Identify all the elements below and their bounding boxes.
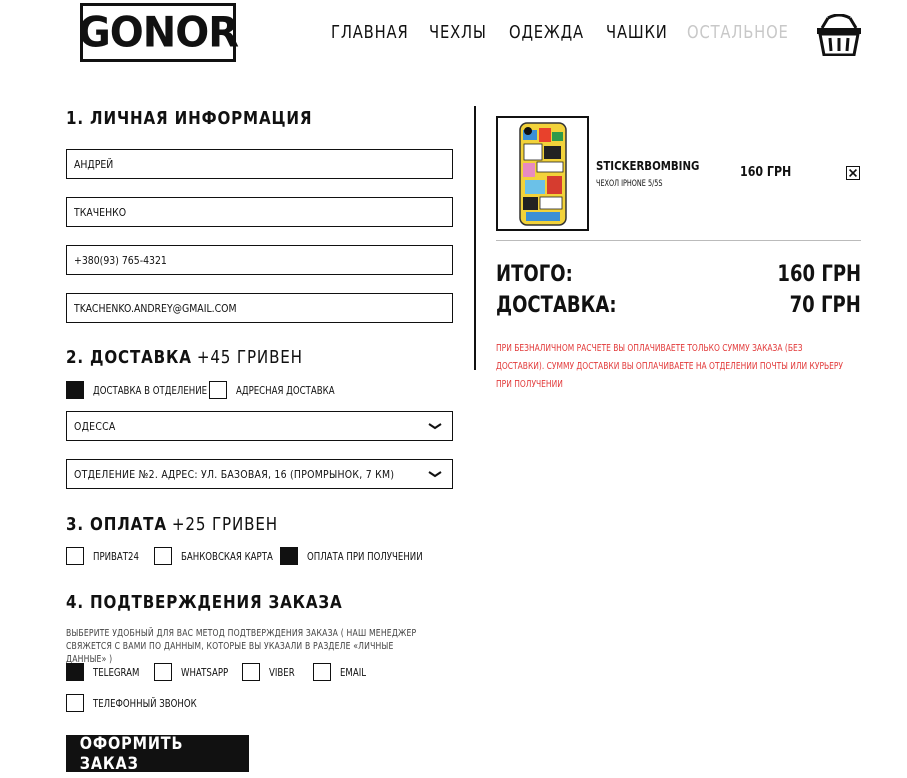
payment-extra: +25 ГРИВЕН — [171, 514, 278, 535]
logo[interactable]: GONOR — [77, 3, 239, 62]
delivery-address-option[interactable]: АДРЕСНАЯ ДОСТАВКА — [209, 380, 362, 400]
checkbox[interactable] — [66, 663, 84, 681]
basket-icon[interactable] — [816, 14, 862, 56]
confirm-title: 4. ПОДТВЕРЖДЕНИЯ ЗАКАЗА — [66, 592, 343, 613]
payment-title: 3. ОПЛАТА +25 ГРИВЕН — [66, 514, 278, 536]
nav-mugs[interactable]: ЧАШКИ — [606, 22, 668, 46]
checkbox[interactable] — [154, 547, 172, 565]
checkbox[interactable] — [209, 381, 227, 399]
phone-field[interactable] — [66, 245, 453, 275]
last-name-input[interactable] — [74, 205, 396, 219]
confirm-telegram-option[interactable]: TELEGRAM — [66, 662, 153, 682]
confirm-hint: ВЫБЕРИТЕ УДОБНЫЙ ДЛЯ ВАС МЕТОД ПОДТВЕРЖД… — [66, 628, 417, 665]
delivery-cost-value: 70 ГРН — [789, 293, 861, 318]
confirm-viber-option[interactable]: VIBER — [242, 662, 302, 682]
payment-privat24-option[interactable]: ПРИВАТ24 — [66, 546, 152, 566]
city-value: ОДЕССА — [74, 419, 116, 433]
payment-note: ПРИ БЕЗНАЛИЧНОМ РАСЧЁТЕ ВЫ ОПЛАЧИВАЕТЕ Т… — [496, 343, 844, 390]
option-label: ПРИВАТ24 — [93, 549, 139, 563]
confirm-whatsapp-option[interactable]: WHATSAPP — [154, 662, 242, 682]
column-divider — [474, 106, 476, 370]
phone-input[interactable] — [74, 253, 396, 267]
chevron-down-icon — [428, 423, 442, 430]
nav-other[interactable]: ОСТАЛЬНОЕ — [687, 22, 789, 46]
city-select[interactable]: ОДЕССА — [66, 411, 453, 441]
checkbox[interactable] — [242, 663, 260, 681]
product-price: 160 ГРН — [740, 165, 792, 180]
option-label: АДРЕСНАЯ ДОСТАВКА — [236, 383, 335, 397]
option-label: ТЕЛЕФОННЫЙ ЗВОНОК — [93, 696, 197, 710]
email-input[interactable] — [74, 301, 396, 315]
checkbox[interactable] — [66, 381, 84, 399]
checkbox[interactable] — [66, 547, 84, 565]
nav-clothes[interactable]: ОДЕЖДА — [509, 22, 584, 46]
place-order-label: ОФОРМИТЬ ЗАКАЗ — [79, 733, 184, 774]
phone-case-image — [518, 121, 567, 226]
chevron-down-icon — [428, 471, 442, 478]
checkbox[interactable] — [280, 547, 298, 565]
delivery-title-text: 2. ДОСТАВКА — [66, 347, 192, 368]
delivery-extra: +45 ГРИВЕН — [196, 347, 303, 368]
option-label: ДОСТАВКА В ОТДЕЛЕНИЕ — [93, 383, 208, 397]
first-name-input[interactable] — [74, 157, 396, 171]
product-subtitle: ЧЕХОЛ IPHONE 5/5S — [596, 179, 663, 189]
place-order-button[interactable]: ОФОРМИТЬ ЗАКАЗ — [66, 733, 249, 774]
confirm-email-option[interactable]: EMAIL — [313, 662, 373, 682]
payment-card-option[interactable]: БАНКОВСКАЯ КАРТА — [154, 546, 299, 566]
checkbox[interactable] — [154, 663, 172, 681]
last-name-field[interactable] — [66, 197, 453, 227]
option-label: VIBER — [269, 665, 295, 679]
email-field[interactable] — [66, 293, 453, 323]
divider — [496, 240, 861, 241]
payment-cod-option[interactable]: ОПЛАТА ПРИ ПОЛУЧЕНИИ — [280, 546, 455, 566]
nav-home[interactable]: ГЛАВНАЯ — [331, 22, 409, 46]
branch-select[interactable]: ОТДЕЛЕНИЕ №2. АДРЕС: УЛ. БАЗОВАЯ, 16 (ПР… — [66, 459, 453, 489]
option-label: EMAIL — [340, 665, 367, 679]
product-thumbnail[interactable] — [496, 116, 589, 231]
checkbox[interactable] — [66, 694, 84, 712]
delivery-title: 2. ДОСТАВКА +45 ГРИВЕН — [66, 347, 303, 369]
first-name-field[interactable] — [66, 149, 453, 179]
personal-info-title: 1. ЛИЧНАЯ ИНФОРМАЦИЯ — [66, 108, 313, 129]
branch-value: ОТДЕЛЕНИЕ №2. АДРЕС: УЛ. БАЗОВАЯ, 16 (ПР… — [74, 467, 395, 481]
total-value: 160 ГРН — [777, 262, 861, 287]
payment-title-text: 3. ОПЛАТА — [66, 514, 167, 535]
close-icon[interactable] — [846, 166, 860, 180]
option-label: WHATSAPP — [181, 665, 229, 679]
checkbox[interactable] — [313, 663, 331, 681]
delivery-cost-label: ДОСТАВКА: — [496, 293, 617, 318]
total-label: ИТОГО: — [496, 262, 573, 287]
product-name[interactable]: STICKERBOMBING — [596, 159, 699, 173]
option-label: БАНКОВСКАЯ КАРТА — [181, 549, 273, 563]
nav-cases[interactable]: ЧЕХЛЫ — [429, 22, 487, 46]
confirm-call-option[interactable]: ТЕЛЕФОННЫЙ ЗВОНОК — [66, 693, 226, 713]
option-label: TELEGRAM — [93, 665, 140, 679]
option-label: ОПЛАТА ПРИ ПОЛУЧЕНИИ — [307, 549, 423, 563]
logo-text: GONOR — [77, 8, 239, 57]
